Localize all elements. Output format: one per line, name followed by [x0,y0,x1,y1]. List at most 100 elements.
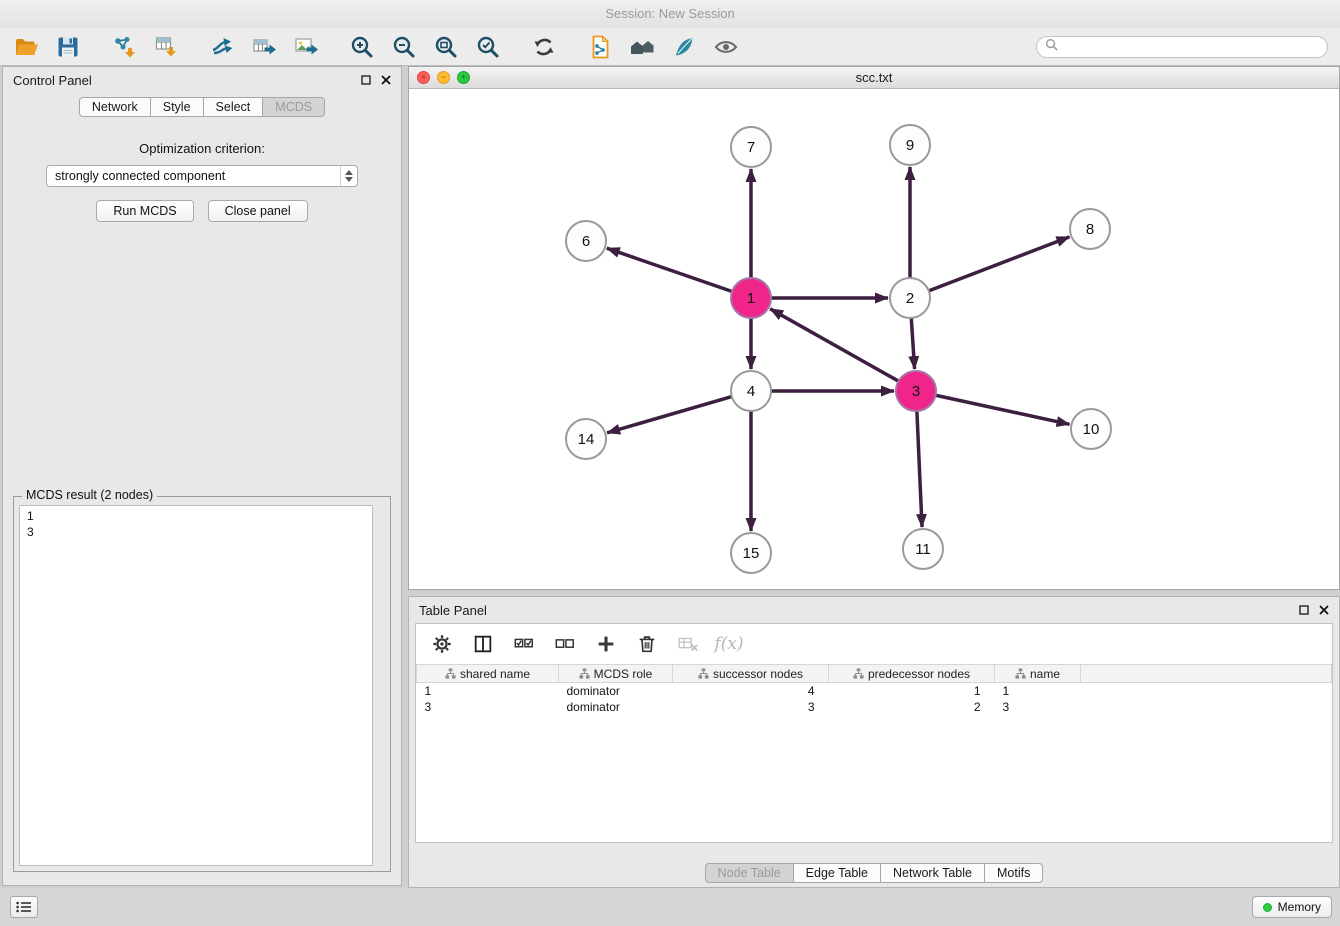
task-history-button[interactable] [10,896,38,918]
node-11[interactable]: 11 [903,529,943,569]
search-icon [1045,38,1058,56]
table-cell-filler [1081,699,1332,715]
column-header-predecessor-nodes[interactable]: predecessor nodes [829,665,995,683]
split-arrows-icon[interactable] [208,33,236,61]
table-panel-tabs: Node TableEdge TableNetwork TableMotifs [409,863,1339,883]
window-titlebar[interactable]: Session: New Session [0,0,1340,28]
table-cell[interactable]: dominator [559,699,673,715]
import-network-icon[interactable] [110,33,138,61]
memory-button-label: Memory [1278,900,1321,914]
save-icon[interactable] [54,33,82,61]
tab-mcds[interactable]: MCDS [262,97,325,117]
table-cell[interactable]: 1 [417,683,559,700]
node-8[interactable]: 8 [1070,209,1110,249]
edge-2-8[interactable] [929,237,1070,291]
float-table-panel-icon[interactable] [1299,605,1309,615]
optimization-criterion-label: Optimization criterion: [3,141,401,156]
minimize-window-button[interactable]: − [437,71,450,84]
export-table-icon[interactable] [250,33,278,61]
svg-text:1: 1 [747,290,755,307]
node-6[interactable]: 6 [566,221,606,261]
close-panel-button[interactable]: Close panel [208,200,308,222]
tab-select[interactable]: Select [203,97,264,117]
edge-3-11[interactable] [917,411,922,527]
table-cell[interactable]: 4 [673,683,829,700]
zoom-in-icon[interactable] [348,33,376,61]
deselect-all-icon[interactable] [553,632,577,656]
table-cell[interactable]: dominator [559,683,673,700]
table-cell[interactable]: 3 [673,699,829,715]
close-panel-icon[interactable] [381,75,391,85]
edge-4-14[interactable] [607,397,732,433]
export-image-icon[interactable] [292,33,320,61]
column-header-successor-nodes[interactable]: successor nodes [673,665,829,683]
delete-row-icon[interactable] [635,632,659,656]
memory-button[interactable]: Memory [1252,896,1332,918]
table-cell[interactable]: 2 [829,699,995,715]
svg-text:3: 3 [912,383,920,400]
edge-2-3[interactable] [911,318,914,369]
criterion-dropdown[interactable]: strongly connected component [46,165,358,187]
edge-1-6[interactable] [607,248,732,291]
search-input[interactable] [1063,39,1319,55]
tab-style[interactable]: Style [150,97,204,117]
svg-text:6: 6 [582,233,590,250]
delete-column-icon [676,632,700,656]
table-cell[interactable]: 3 [417,699,559,715]
node-15[interactable]: 15 [731,533,771,573]
home-layout-icon[interactable] [628,33,656,61]
float-panel-icon[interactable] [361,75,371,85]
node-3[interactable]: 3 [896,371,936,411]
zoom-out-icon[interactable] [390,33,418,61]
style-brush-icon[interactable] [670,33,698,61]
tab-edge-table[interactable]: Edge Table [793,863,881,883]
mcds-result-list[interactable]: 1 3 [19,505,373,866]
table-cell[interactable]: 3 [995,699,1081,715]
mcds-result-box: MCDS result (2 nodes) 1 3 [13,496,391,872]
node-7[interactable]: 7 [731,127,771,167]
refresh-icon[interactable] [530,33,558,61]
node-2[interactable]: 2 [890,278,930,318]
maximize-window-button[interactable]: + [457,71,470,84]
table-cell[interactable]: 1 [829,683,995,700]
import-table-icon[interactable] [152,33,180,61]
select-all-icon[interactable] [512,632,536,656]
toolbar-group [12,33,82,61]
network-document-icon[interactable] [586,33,614,61]
column-header-mcds-role[interactable]: MCDS role [559,665,673,683]
show-columns-icon[interactable] [471,632,495,656]
close-table-panel-icon[interactable] [1319,605,1329,615]
search-box[interactable] [1036,36,1328,58]
network-window-titlebar[interactable]: × − + scc.txt [409,67,1339,89]
close-window-button[interactable]: × [417,71,430,84]
open-folder-icon[interactable] [12,33,40,61]
column-header-shared-name[interactable]: shared name [417,665,559,683]
table-row[interactable]: 3dominator323 [417,699,1332,715]
table-cell[interactable]: 1 [995,683,1081,700]
tab-node-table[interactable]: Node Table [705,863,794,883]
node-14[interactable]: 14 [566,419,606,459]
node-1[interactable]: 1 [731,278,771,318]
network-graph[interactable]: 7 9 6 8 1 2 4 3 14 10 15 11 [409,89,1339,589]
node-10[interactable]: 10 [1071,409,1111,449]
node-9[interactable]: 9 [890,125,930,165]
table-panel-header: Table Panel [409,597,1339,623]
run-mcds-button[interactable]: Run MCDS [96,200,193,222]
table-row[interactable]: 1dominator411 [417,683,1332,700]
tab-network-table[interactable]: Network Table [880,863,985,883]
tab-motifs[interactable]: Motifs [984,863,1043,883]
zoom-selected-icon[interactable] [474,33,502,61]
eye-icon[interactable] [712,33,740,61]
node-4[interactable]: 4 [731,371,771,411]
zoom-fit-icon[interactable] [432,33,460,61]
column-header-name[interactable]: name [995,665,1081,683]
column-settings-icon[interactable] [430,632,454,656]
svg-text:7: 7 [747,139,755,156]
network-window: × − + scc.txt 7 9 6 8 1 2 4 3 14 10 15 11 [408,66,1340,590]
add-row-icon[interactable] [594,632,618,656]
network-canvas[interactable]: 7 9 6 8 1 2 4 3 14 10 15 11 [409,89,1339,589]
tab-network[interactable]: Network [79,97,151,117]
edge-3-10[interactable] [936,395,1070,424]
edge-3-1[interactable] [770,309,898,381]
svg-text:10: 10 [1083,421,1100,438]
